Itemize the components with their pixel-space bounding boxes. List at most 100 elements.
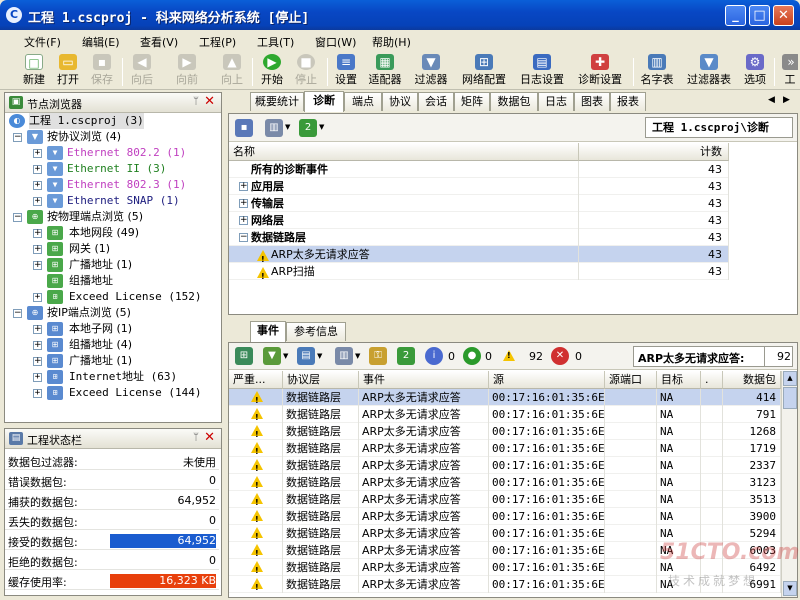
- expand-icon[interactable]: +: [239, 216, 248, 225]
- chevron-down-icon[interactable]: ▼: [285, 123, 290, 131]
- diag-row-selected[interactable]: ARP太多无请求应答43: [229, 246, 729, 268]
- save-button[interactable]: ▪ 保存: [88, 54, 116, 88]
- filter-icon[interactable]: ▼: [263, 347, 281, 365]
- tab-report[interactable]: 报表: [610, 92, 646, 111]
- expand-icon[interactable]: +: [33, 293, 42, 302]
- tab-events[interactable]: 事件: [250, 321, 286, 342]
- events-scrollbar[interactable]: ▲ ▼: [781, 371, 797, 597]
- expand-icon[interactable]: +: [33, 181, 42, 190]
- expand-icon[interactable]: +: [33, 245, 42, 254]
- diagsettings-button[interactable]: ✚ 诊断设置: [575, 54, 625, 88]
- event-row[interactable]: 数据链路层ARP太多无请求应答00:17:16:01:35:6E NA 3513: [229, 491, 781, 508]
- tab-log[interactable]: 日志: [538, 92, 574, 111]
- diag-row[interactable]: + 应用层 43: [229, 178, 729, 195]
- warning-filter-icon[interactable]: [503, 349, 515, 363]
- expand-icon[interactable]: +: [33, 341, 42, 350]
- save-icon[interactable]: ▪: [235, 119, 253, 137]
- event-row[interactable]: 数据链路层ARP太多无请求应答00:17:16:01:35:6E NA 1268: [229, 423, 781, 440]
- chevron-down-icon[interactable]: ▼: [317, 352, 322, 360]
- start-button[interactable]: ▶ 开始: [258, 54, 286, 88]
- event-row[interactable]: 数据链路层ARP太多无请求应答00:17:16:01:35:6E NA 6991: [229, 576, 781, 593]
- diag-col-name[interactable]: 名称 计数: [229, 143, 729, 161]
- col-severity[interactable]: 严重...: [229, 371, 283, 389]
- info-icon[interactable]: i: [425, 347, 443, 365]
- minimize-button[interactable]: _: [725, 5, 746, 26]
- scroll-up-icon[interactable]: ▲: [783, 371, 797, 386]
- event-row[interactable]: 数据链路层ARP太多无请求应答00:17:16:01:35:6E NA 791: [229, 406, 781, 423]
- expand-icon[interactable]: +: [239, 182, 248, 191]
- col-source[interactable]: 源: [489, 371, 605, 389]
- pin-icon[interactable]: ᛘ: [193, 432, 199, 443]
- col-packets[interactable]: 数据包: [723, 371, 781, 389]
- event-row[interactable]: 数据链路层ARP太多无请求应答00:17:16:01:35:6E NA 2337: [229, 457, 781, 474]
- menu-tools[interactable]: 工具(T): [257, 34, 294, 50]
- diag-header-name[interactable]: 名称: [229, 143, 579, 161]
- col-event[interactable]: 事件: [359, 371, 489, 389]
- maximize-button[interactable]: □: [749, 5, 770, 26]
- diag-header-count[interactable]: 计数: [579, 143, 729, 161]
- col-source-port[interactable]: 源端口: [605, 371, 657, 389]
- event-row[interactable]: 数据链路层ARP太多无请求应答00:17:16:01:35:6E NA 5294: [229, 525, 781, 542]
- tab-diagnosis[interactable]: 诊断: [304, 91, 344, 112]
- options-button[interactable]: ⚙ 选项: [742, 54, 768, 88]
- ok-icon[interactable]: ●: [463, 347, 481, 365]
- tab-packets[interactable]: 数据包: [490, 92, 538, 111]
- nametable-button[interactable]: ▥ 名字表: [638, 54, 676, 88]
- col-layer[interactable]: 协议层: [283, 371, 359, 389]
- more-toolbar-button[interactable]: » 工: [782, 54, 798, 88]
- diag-row[interactable]: − 数据链路层 43: [229, 229, 729, 246]
- diag-row[interactable]: 所有的诊断事件 43: [229, 161, 729, 178]
- tab-reference[interactable]: 参考信息: [286, 322, 346, 341]
- back-button[interactable]: ◀ 向后: [128, 54, 156, 88]
- menu-view[interactable]: 查看(V): [140, 34, 178, 50]
- new-button[interactable]: □ 新建: [20, 54, 48, 88]
- col-dot[interactable]: .: [701, 371, 723, 389]
- expand-icon[interactable]: +: [33, 149, 42, 158]
- chevron-down-icon[interactable]: ▼: [319, 123, 324, 131]
- expand-icon[interactable]: +: [33, 357, 42, 366]
- event-row-selected[interactable]: 数据链路层ARP太多无请求应答00:17:16:01:35:6E NA 414: [229, 389, 781, 406]
- event-row[interactable]: 数据链路层ARP太多无请求应答00:17:16:01:35:6E NA 3900: [229, 508, 781, 525]
- event-row[interactable]: 数据链路层ARP太多无请求应答00:17:16:01:35:6E NA 6003: [229, 542, 781, 559]
- close-icon[interactable]: ✕: [204, 430, 215, 445]
- expand-icon[interactable]: +: [33, 373, 42, 382]
- view-options-icon[interactable]: ▥: [265, 119, 283, 137]
- tab-chart[interactable]: 图表: [574, 92, 610, 111]
- stop-button[interactable]: ■ 停止: [292, 54, 320, 88]
- scroll-down-icon[interactable]: ▼: [783, 581, 797, 596]
- scroll-thumb[interactable]: [783, 387, 797, 409]
- expand-icon[interactable]: +: [33, 197, 42, 206]
- chevron-down-icon[interactable]: ▼: [283, 352, 288, 360]
- open-button[interactable]: ▭ 打开: [54, 54, 82, 88]
- refresh-icon[interactable]: 2: [397, 347, 415, 365]
- tab-summary[interactable]: 概要统计: [250, 92, 304, 111]
- tab-matrix[interactable]: 矩阵: [454, 92, 490, 111]
- tab-protocol[interactable]: 协议: [382, 92, 418, 111]
- diag-row[interactable]: ARP扫描43: [229, 263, 729, 285]
- menu-help[interactable]: 帮助(H): [372, 34, 411, 50]
- export-icon[interactable]: ⊞: [235, 347, 253, 365]
- menu-file[interactable]: 文件(F): [24, 34, 61, 50]
- event-row[interactable]: 数据链路层ARP太多无请求应答00:17:16:01:35:6E NA 1719: [229, 440, 781, 457]
- tab-endpoint[interactable]: 端点: [344, 92, 382, 111]
- col-target[interactable]: 目标: [657, 371, 701, 389]
- adapter-button[interactable]: ▦ 适配器: [366, 54, 404, 88]
- expand-icon[interactable]: +: [33, 389, 42, 398]
- tab-session[interactable]: 会话: [418, 92, 454, 111]
- menu-project[interactable]: 工程(P): [199, 34, 236, 50]
- tab-scroll-right-icon[interactable]: ▶: [783, 95, 790, 105]
- lock-icon[interactable]: ⚿: [369, 347, 387, 365]
- collapse-icon[interactable]: −: [13, 213, 22, 222]
- filtertable-button[interactable]: ▼ 过滤器表: [684, 54, 734, 88]
- chevron-down-icon[interactable]: ▼: [355, 352, 360, 360]
- close-button[interactable]: ✕: [773, 5, 794, 26]
- pin-icon[interactable]: ᛘ: [193, 96, 199, 107]
- refresh-icon[interactable]: 2: [299, 119, 317, 137]
- forward-button[interactable]: ▶ 向前: [173, 54, 201, 88]
- tab-scroll-left-icon[interactable]: ◀: [768, 95, 775, 105]
- collapse-icon[interactable]: −: [13, 309, 22, 318]
- settings-button[interactable]: ≡ 设置: [332, 54, 360, 88]
- logsettings-button[interactable]: ▤ 日志设置: [517, 54, 567, 88]
- event-row[interactable]: 数据链路层ARP太多无请求应答00:17:16:01:35:6E NA 3123: [229, 474, 781, 491]
- up-button[interactable]: ▲ 向上: [218, 54, 246, 88]
